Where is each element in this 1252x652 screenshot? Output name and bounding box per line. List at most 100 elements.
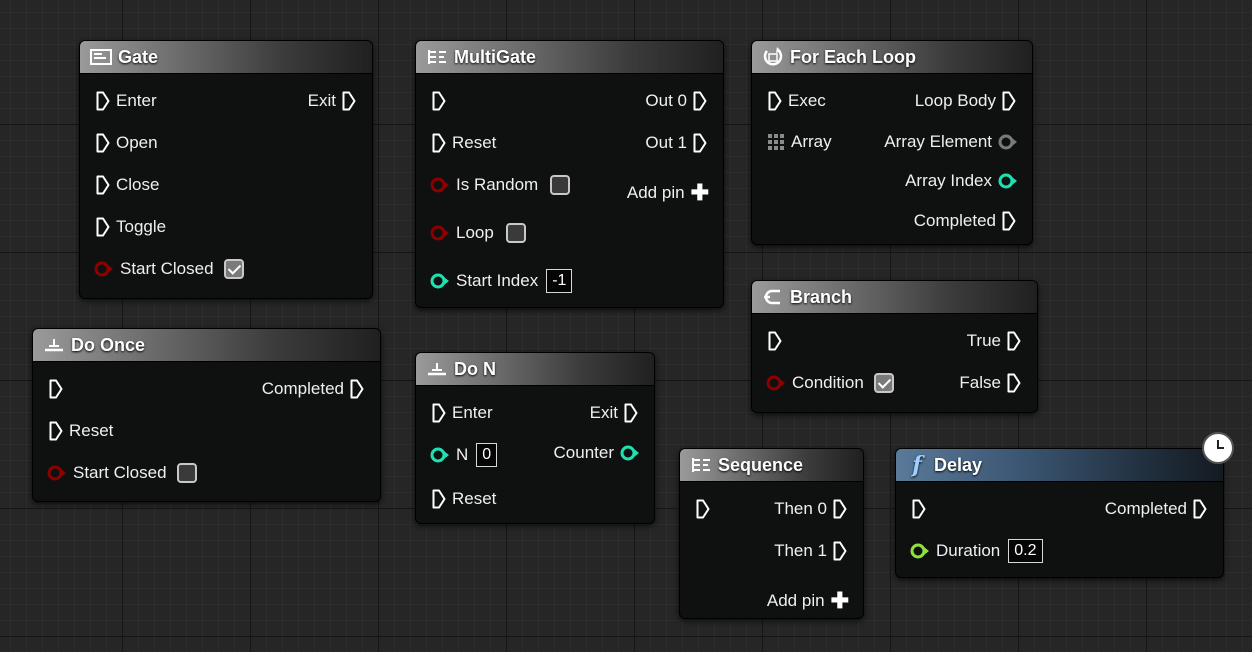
don-counter-pin[interactable]: Counter: [554, 441, 640, 465]
exec-pin-icon[interactable]: [1007, 373, 1021, 393]
exec-pin-icon[interactable]: [49, 421, 63, 441]
foreach-node[interactable]: For Each Loop Exec Loop Body Array Array…: [751, 40, 1033, 245]
branch-exec-in-pin[interactable]: [768, 329, 782, 353]
foreach-exec-pin[interactable]: Exec: [768, 89, 826, 113]
is-random-checkbox[interactable]: [550, 175, 571, 195]
int-pin-icon[interactable]: [430, 273, 450, 289]
condition-checkbox[interactable]: [873, 373, 894, 393]
exec-pin-icon[interactable]: [432, 403, 446, 423]
delay-completed-pin[interactable]: Completed: [1105, 497, 1207, 521]
sequence-exec-in-pin[interactable]: [696, 497, 710, 521]
exec-pin-icon[interactable]: [1007, 331, 1021, 351]
bool-pin-icon[interactable]: [766, 375, 786, 391]
start-closed-checkbox[interactable]: [176, 463, 197, 483]
don-reset-pin[interactable]: Reset: [432, 487, 496, 511]
multigate-node-header[interactable]: MultiGate: [416, 41, 723, 74]
gate-node[interactable]: Gate Enter Exit Open Close Toggle Start …: [79, 40, 373, 299]
delay-exec-in-pin[interactable]: [912, 497, 926, 521]
sequence-node[interactable]: Sequence Then 0 Then 1 Add pin ✚: [679, 448, 864, 619]
int-pin-icon[interactable]: [430, 447, 450, 463]
sequence-then0-pin[interactable]: Then 0: [774, 497, 847, 521]
foreach-loop-body-pin[interactable]: Loop Body: [915, 89, 1016, 113]
exec-pin-icon[interactable]: [96, 175, 110, 195]
gate-close-pin[interactable]: Close: [96, 173, 159, 197]
exec-pin-icon[interactable]: [96, 133, 110, 153]
bool-pin-icon[interactable]: [430, 177, 450, 193]
exec-pin-icon[interactable]: [768, 331, 782, 351]
duration-input[interactable]: 0.2: [1008, 539, 1043, 563]
exec-pin-icon[interactable]: [432, 133, 446, 153]
gate-start-closed-pin[interactable]: Start Closed: [94, 257, 244, 281]
multigate-out1-pin[interactable]: Out 1: [645, 131, 707, 155]
doonce-reset-pin[interactable]: Reset: [49, 419, 113, 443]
don-n-pin[interactable]: N 0: [430, 443, 498, 467]
exec-pin-icon[interactable]: [96, 217, 110, 237]
start-closed-checkbox[interactable]: [223, 259, 244, 279]
branch-node-header[interactable]: Branch: [752, 281, 1037, 314]
multigate-add-pin[interactable]: Add pin ✚: [627, 181, 709, 205]
wildcard-pin-icon[interactable]: [998, 134, 1018, 150]
exec-pin-icon[interactable]: [342, 91, 356, 111]
gate-enter-pin[interactable]: Enter: [96, 89, 157, 113]
sequence-node-header[interactable]: Sequence: [680, 449, 863, 482]
exec-pin-icon[interactable]: [350, 379, 364, 399]
sequence-add-pin[interactable]: Add pin ✚: [767, 589, 849, 613]
doonce-node[interactable]: Do Once Completed Reset Start Closed: [32, 328, 381, 502]
gate-open-pin[interactable]: Open: [96, 131, 158, 155]
exec-pin-icon[interactable]: [1193, 499, 1207, 519]
n-input[interactable]: 0: [476, 443, 498, 467]
int-pin-icon[interactable]: [998, 173, 1018, 189]
exec-pin-icon[interactable]: [96, 91, 110, 111]
branch-condition-pin[interactable]: Condition: [766, 371, 894, 395]
gate-toggle-pin[interactable]: Toggle: [96, 215, 166, 239]
plus-icon[interactable]: ✚: [691, 182, 709, 204]
exec-pin-icon[interactable]: [432, 91, 446, 111]
multigate-is-random-pin[interactable]: Is Random: [430, 173, 571, 197]
exec-pin-icon[interactable]: [833, 541, 847, 561]
multigate-start-index-pin[interactable]: Start Index -1: [430, 269, 573, 293]
exec-pin-icon[interactable]: [1002, 91, 1016, 111]
doonce-exec-in-pin[interactable]: [49, 377, 63, 401]
delay-node[interactable]: f Delay Completed Duration 0.2: [895, 448, 1224, 578]
delay-duration-pin[interactable]: Duration 0.2: [910, 539, 1043, 563]
doonce-start-closed-pin[interactable]: Start Closed: [47, 461, 197, 485]
doonce-node-header[interactable]: Do Once: [33, 329, 380, 362]
don-exit-pin[interactable]: Exit: [590, 401, 638, 425]
loop-checkbox[interactable]: [505, 223, 526, 243]
multigate-loop-pin[interactable]: Loop: [430, 221, 526, 245]
branch-true-pin[interactable]: True: [967, 329, 1021, 353]
array-grid-icon[interactable]: [767, 133, 785, 151]
float-pin-icon[interactable]: [910, 543, 930, 559]
foreach-array-pin[interactable]: Array: [767, 130, 832, 154]
foreach-array-element-pin[interactable]: Array Element: [884, 130, 1018, 154]
int-pin-icon[interactable]: [620, 445, 640, 461]
multigate-out0-pin[interactable]: Out 0: [645, 89, 707, 113]
don-enter-pin[interactable]: Enter: [432, 401, 493, 425]
start-index-input[interactable]: -1: [546, 269, 573, 293]
exec-pin-icon[interactable]: [693, 91, 707, 111]
exec-pin-icon[interactable]: [912, 499, 926, 519]
exec-pin-icon[interactable]: [432, 489, 446, 509]
exec-pin-icon[interactable]: [624, 403, 638, 423]
plus-icon[interactable]: ✚: [831, 590, 849, 612]
foreach-node-header[interactable]: For Each Loop: [752, 41, 1032, 74]
sequence-then1-pin[interactable]: Then 1: [774, 539, 847, 563]
exec-pin-icon[interactable]: [1002, 211, 1016, 231]
branch-false-pin[interactable]: False: [959, 371, 1021, 395]
multigate-node[interactable]: MultiGate Out 0 Reset Out 1 Is Random Ad…: [415, 40, 724, 308]
bool-pin-icon[interactable]: [94, 261, 114, 277]
bool-pin-icon[interactable]: [430, 225, 450, 241]
multigate-reset-pin[interactable]: Reset: [432, 131, 496, 155]
foreach-completed-pin[interactable]: Completed: [914, 209, 1016, 233]
exec-pin-icon[interactable]: [768, 91, 782, 111]
doonce-completed-pin[interactable]: Completed: [262, 377, 364, 401]
exec-pin-icon[interactable]: [49, 379, 63, 399]
gate-exit-pin[interactable]: Exit: [308, 89, 356, 113]
delay-node-header[interactable]: f Delay: [896, 449, 1223, 482]
gate-node-header[interactable]: Gate: [80, 41, 372, 74]
don-node-header[interactable]: Do N: [416, 353, 654, 386]
bool-pin-icon[interactable]: [47, 465, 67, 481]
don-node[interactable]: Do N Enter Exit N 0 Counter Reset: [415, 352, 655, 524]
multigate-in-pin[interactable]: [432, 89, 446, 113]
exec-pin-icon[interactable]: [696, 499, 710, 519]
